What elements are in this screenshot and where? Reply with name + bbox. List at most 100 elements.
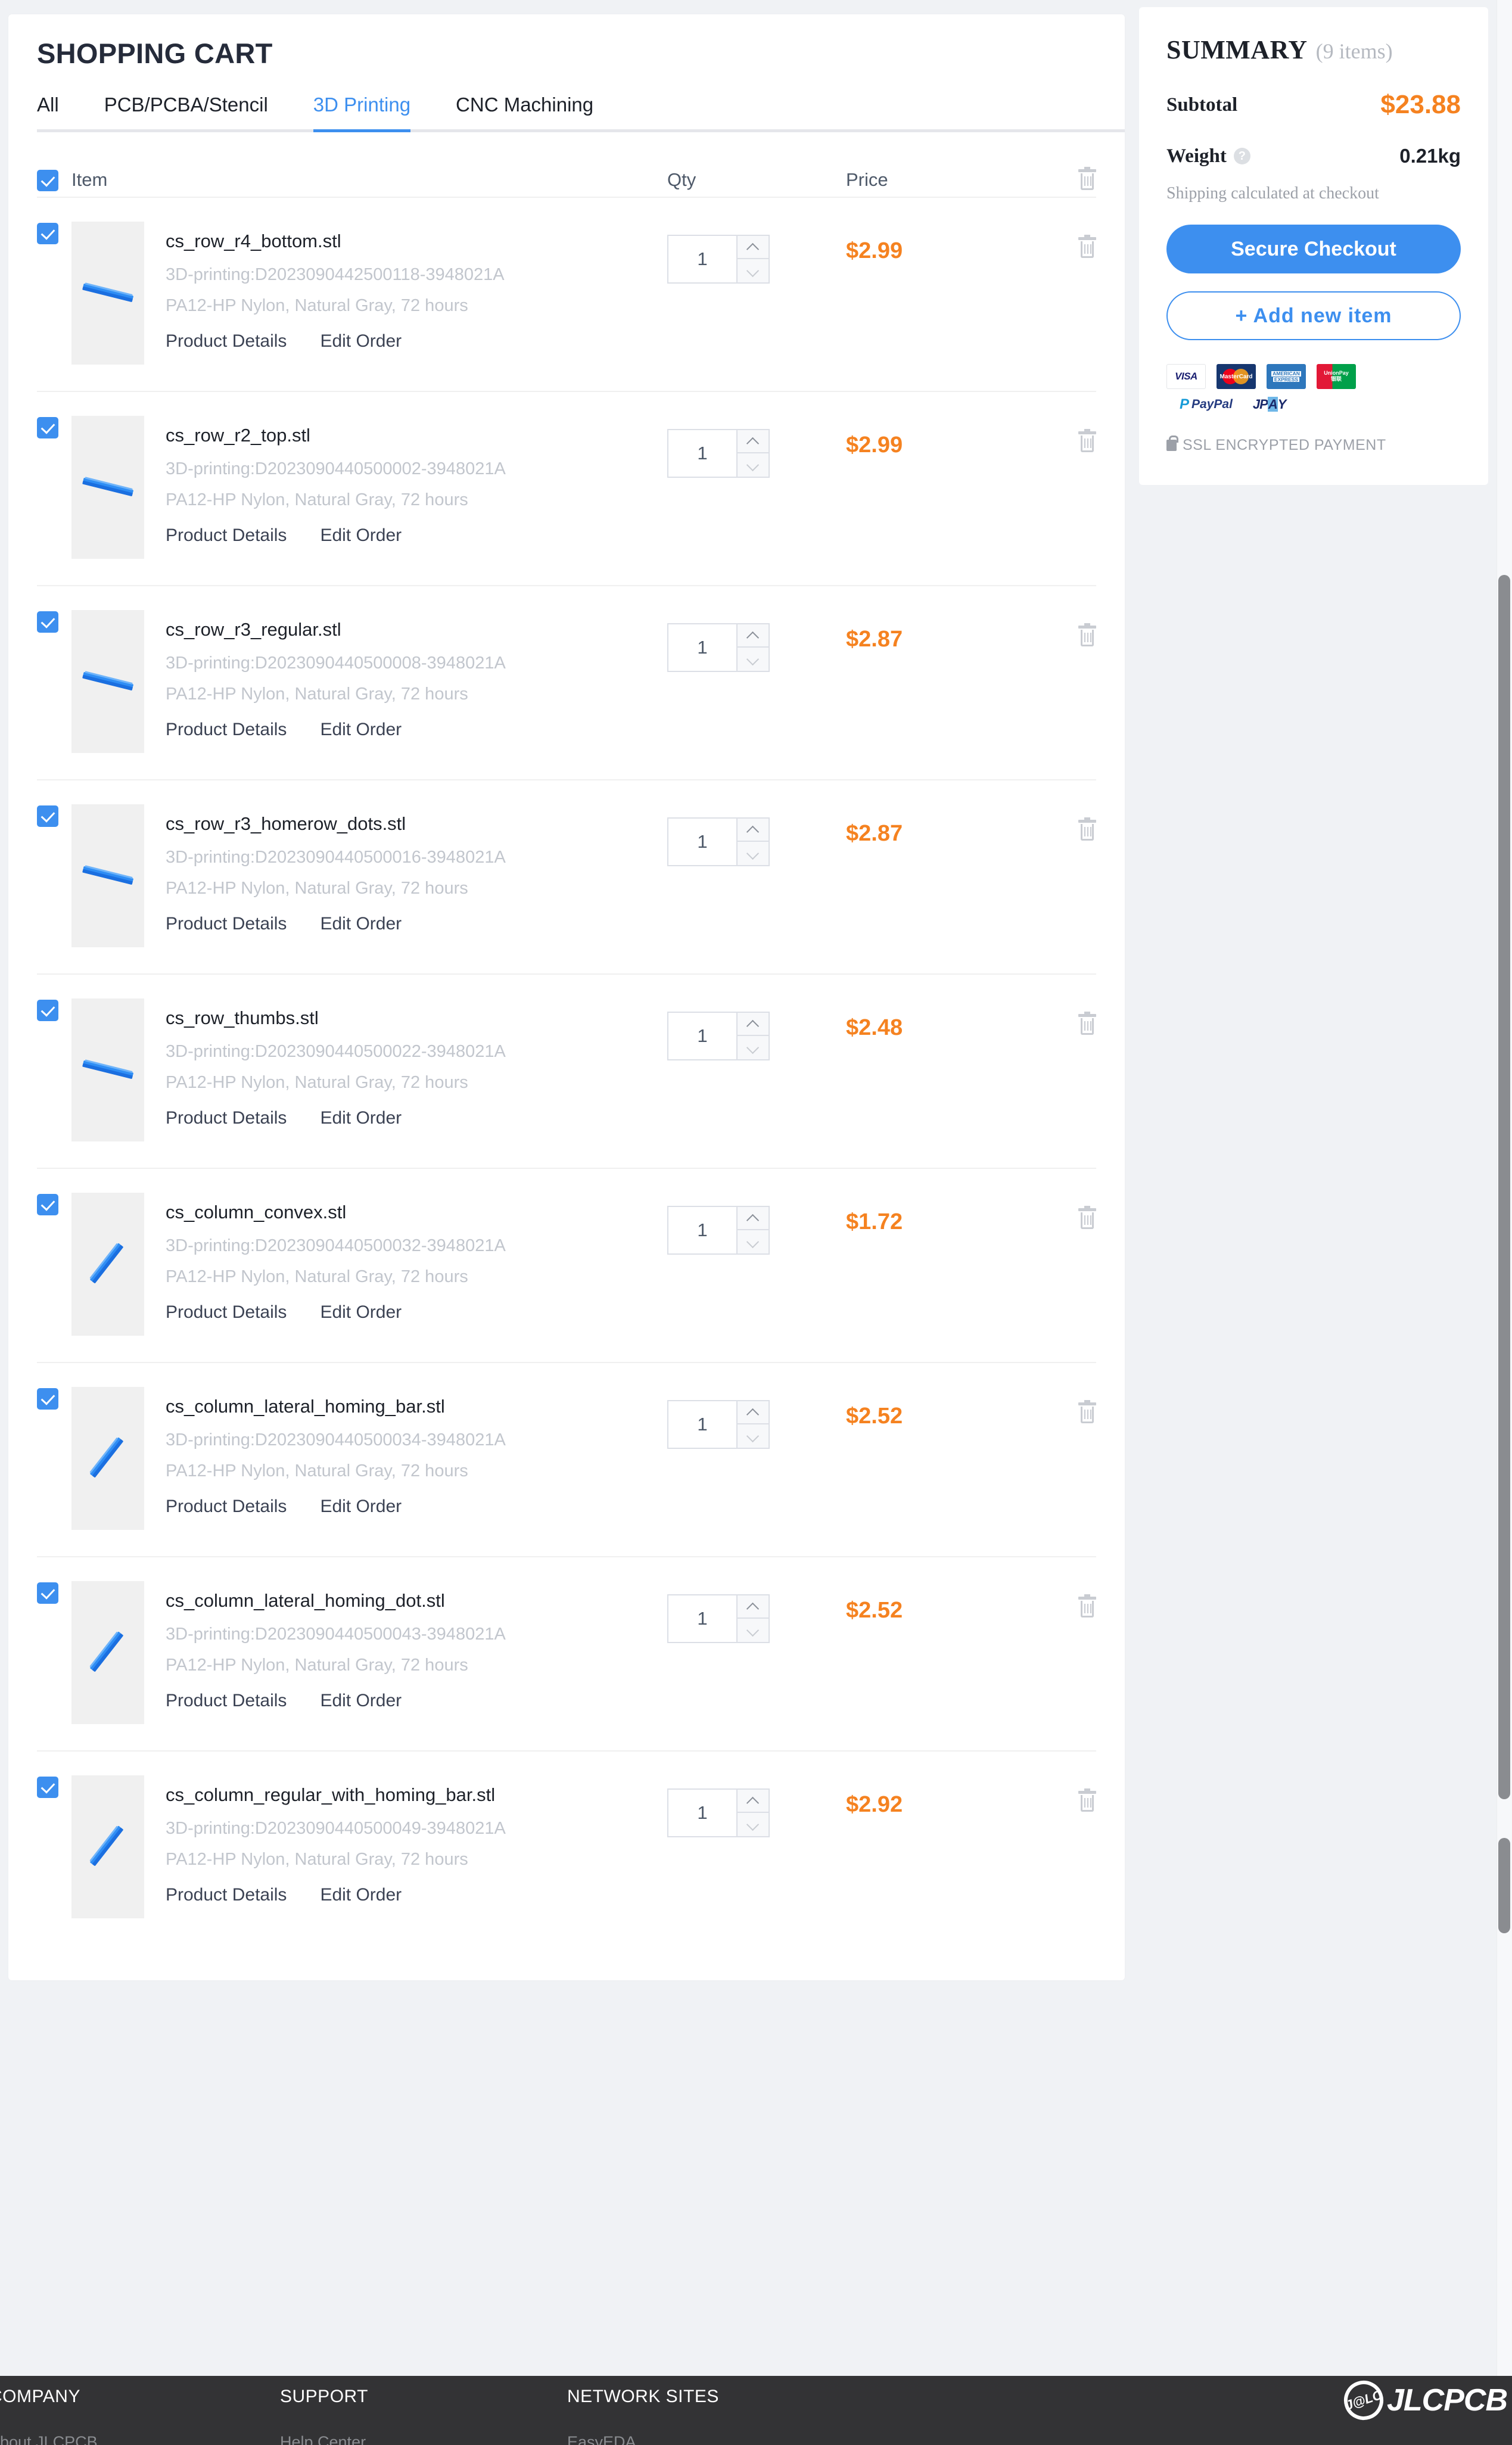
product-details-link[interactable]: Product Details <box>166 720 287 740</box>
page-scrollbar-thumb-secondary[interactable] <box>1498 1838 1510 1933</box>
item-thumbnail[interactable] <box>71 416 144 559</box>
quantity-decrement-button[interactable] <box>738 1813 769 1836</box>
page-scrollbar-track[interactable] <box>1497 0 1512 2376</box>
tab-all[interactable]: All <box>37 94 59 129</box>
quantity-input[interactable] <box>668 430 736 477</box>
product-details-link[interactable]: Product Details <box>166 1885 287 1905</box>
product-details-link[interactable]: Product Details <box>166 525 287 546</box>
edit-order-link[interactable]: Edit Order <box>320 1691 402 1711</box>
quantity-input[interactable] <box>668 1401 736 1448</box>
quantity-stepper[interactable] <box>667 1012 770 1060</box>
row-checkbox[interactable] <box>37 417 58 438</box>
item-thumbnail[interactable] <box>71 1387 144 1530</box>
quantity-stepper[interactable] <box>667 1594 770 1643</box>
edit-order-link[interactable]: Edit Order <box>320 331 402 351</box>
item-thumbnail[interactable] <box>71 610 144 753</box>
quantity-input[interactable] <box>668 624 736 671</box>
tab-3d-printing[interactable]: 3D Printing <box>313 94 411 132</box>
row-checkbox[interactable] <box>37 1582 58 1604</box>
item-thumbnail[interactable] <box>71 222 144 365</box>
secure-checkout-button[interactable]: Secure Checkout <box>1166 225 1461 273</box>
footer-logo[interactable]: J@LC JLCPCB <box>1339 2376 1508 2425</box>
delete-item-icon[interactable] <box>1078 1594 1096 1618</box>
quantity-increment-button[interactable] <box>738 1207 769 1230</box>
quantity-input[interactable] <box>668 1013 736 1059</box>
edit-order-link[interactable]: Edit Order <box>320 1885 402 1905</box>
add-new-item-button[interactable]: + Add new item <box>1166 291 1461 340</box>
quantity-decrement-button[interactable] <box>738 1036 769 1059</box>
footer-link-about-jlcpcb[interactable]: About JLCPCB <box>0 2433 98 2445</box>
delete-item-icon[interactable] <box>1078 1788 1096 1812</box>
quantity-input[interactable] <box>668 1595 736 1642</box>
quantity-decrement-button[interactable] <box>738 842 769 865</box>
edit-order-link[interactable]: Edit Order <box>320 525 402 546</box>
quantity-input[interactable] <box>668 1790 736 1836</box>
item-thumbnail[interactable] <box>71 1775 144 1918</box>
quantity-stepper[interactable] <box>667 235 770 284</box>
row-checkbox[interactable] <box>37 611 58 633</box>
quantity-increment-button[interactable] <box>738 624 769 648</box>
quantity-increment-button[interactable] <box>738 430 769 453</box>
delete-item-icon[interactable] <box>1078 817 1096 841</box>
quantity-decrement-button[interactable] <box>738 1230 769 1253</box>
delete-item-icon[interactable] <box>1078 1400 1096 1424</box>
delete-item-icon[interactable] <box>1078 429 1096 453</box>
row-qty-cell <box>667 1581 846 1643</box>
quantity-increment-button[interactable] <box>738 819 769 842</box>
edit-order-link[interactable]: Edit Order <box>320 720 402 740</box>
product-details-link[interactable]: Product Details <box>166 1691 287 1711</box>
quantity-input[interactable] <box>668 1207 736 1253</box>
quantity-stepper[interactable] <box>667 1206 770 1255</box>
quantity-decrement-button[interactable] <box>738 648 769 671</box>
item-thumbnail[interactable] <box>71 998 144 1141</box>
quantity-increment-button[interactable] <box>738 1013 769 1036</box>
help-question-icon[interactable]: ? <box>1233 148 1250 164</box>
product-details-link[interactable]: Product Details <box>166 1108 287 1128</box>
tab-pcb-pcba-stencil[interactable]: PCB/PCBA/Stencil <box>104 94 268 129</box>
item-thumbnail[interactable] <box>71 804 144 947</box>
quantity-stepper[interactable] <box>667 1400 770 1449</box>
delete-item-icon[interactable] <box>1078 1206 1096 1230</box>
quantity-stepper[interactable] <box>667 429 770 478</box>
edit-order-link[interactable]: Edit Order <box>320 1302 402 1323</box>
item-thumbnail[interactable] <box>71 1193 144 1336</box>
item-order-number: 3D-printing:D2023090440500049-3948021A <box>166 1819 506 1839</box>
tab-cnc-machining[interactable]: CNC Machining <box>456 94 593 129</box>
quantity-increment-button[interactable] <box>738 1790 769 1813</box>
quantity-stepper[interactable] <box>667 817 770 866</box>
quantity-decrement-button[interactable] <box>738 1619 769 1642</box>
quantity-stepper[interactable] <box>667 1788 770 1837</box>
quantity-increment-button[interactable] <box>738 236 769 259</box>
product-details-link[interactable]: Product Details <box>166 1302 287 1323</box>
quantity-decrement-button[interactable] <box>738 1424 769 1448</box>
item-thumbnail[interactable] <box>71 1581 144 1724</box>
edit-order-link[interactable]: Edit Order <box>320 1108 402 1128</box>
row-checkbox[interactable] <box>37 1777 58 1798</box>
row-checkbox[interactable] <box>37 1194 58 1215</box>
select-all-checkbox[interactable] <box>37 170 58 191</box>
row-checkbox[interactable] <box>37 805 58 827</box>
quantity-decrement-button[interactable] <box>738 259 769 282</box>
quantity-stepper[interactable] <box>667 623 770 672</box>
delete-item-icon[interactable] <box>1078 235 1096 259</box>
quantity-decrement-button[interactable] <box>738 453 769 477</box>
delete-item-icon[interactable] <box>1078 1012 1096 1035</box>
product-details-link[interactable]: Product Details <box>166 914 287 934</box>
page-scrollbar-thumb[interactable] <box>1498 575 1510 1799</box>
quantity-input[interactable] <box>668 819 736 865</box>
edit-order-link[interactable]: Edit Order <box>320 914 402 934</box>
delete-selected-icon[interactable] <box>1078 167 1096 191</box>
quantity-increment-button[interactable] <box>738 1401 769 1424</box>
row-checkbox[interactable] <box>37 1000 58 1021</box>
row-checkbox[interactable] <box>37 223 58 244</box>
edit-order-link[interactable]: Edit Order <box>320 1497 402 1517</box>
table-row: cs_column_lateral_homing_bar.stl 3D-print… <box>37 1363 1096 1557</box>
delete-item-icon[interactable] <box>1078 623 1096 647</box>
quantity-increment-button[interactable] <box>738 1595 769 1619</box>
product-details-link[interactable]: Product Details <box>166 1497 287 1517</box>
product-details-link[interactable]: Product Details <box>166 331 287 351</box>
footer-link-help-center[interactable]: Help Center <box>280 2433 368 2445</box>
footer-link-easyeda[interactable]: EasyEDA <box>567 2433 719 2445</box>
row-checkbox[interactable] <box>37 1388 58 1410</box>
quantity-input[interactable] <box>668 236 736 282</box>
